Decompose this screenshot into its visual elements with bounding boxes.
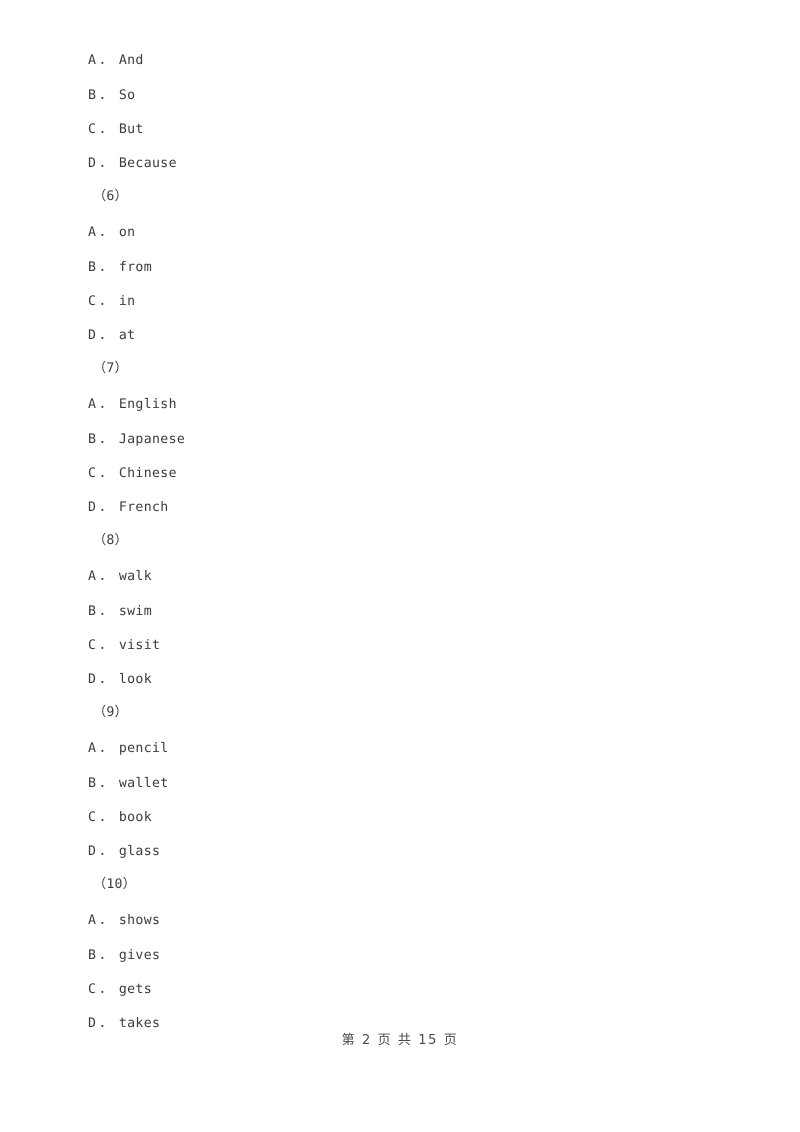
option-text: gives bbox=[118, 948, 161, 963]
option-separator: ． bbox=[99, 156, 113, 171]
option-row: D ． French bbox=[88, 501, 169, 514]
option-row: C ． gets bbox=[88, 983, 152, 996]
question-number-marker: （7） bbox=[93, 361, 128, 376]
option-separator: ． bbox=[99, 776, 113, 791]
option-text: shows bbox=[118, 913, 161, 928]
option-text: wallet bbox=[118, 776, 169, 791]
option-text: Japanese bbox=[118, 432, 186, 447]
option-text: book bbox=[118, 810, 153, 825]
document-page: A ． And B ． So C ． But D ． Because （6） A ． on B ． from C ． in… bbox=[0, 0, 800, 1132]
option-row: A ． And bbox=[88, 54, 144, 67]
option-text: And bbox=[118, 53, 144, 68]
option-row: D ． takes bbox=[88, 1017, 160, 1030]
option-separator: ． bbox=[99, 604, 113, 619]
option-row: A ． walk bbox=[88, 570, 152, 583]
option-text: pencil bbox=[118, 741, 169, 756]
option-separator: ． bbox=[99, 53, 113, 68]
option-text: in bbox=[118, 294, 136, 309]
option-row: D ． glass bbox=[88, 845, 160, 858]
option-text: Chinese bbox=[118, 466, 177, 481]
page-footer: 第 2 页 共 15 页 bbox=[341, 1033, 459, 1048]
option-row: D ． at bbox=[88, 329, 135, 342]
option-separator: ． bbox=[99, 294, 113, 309]
option-row: C ． visit bbox=[88, 639, 160, 652]
question-number-marker: （8） bbox=[93, 533, 128, 548]
option-row: D ． Because bbox=[88, 157, 177, 170]
option-row: B ． swim bbox=[88, 605, 152, 618]
question-number-marker: （10） bbox=[93, 877, 137, 892]
option-text: takes bbox=[118, 1016, 161, 1031]
option-separator: ． bbox=[99, 260, 113, 275]
option-row: B ． So bbox=[88, 89, 135, 102]
option-row: A ． English bbox=[88, 398, 177, 411]
option-text: swim bbox=[118, 604, 153, 619]
option-separator: ． bbox=[99, 1016, 113, 1031]
option-separator: ． bbox=[99, 844, 113, 859]
option-row: A ． pencil bbox=[88, 742, 169, 755]
option-separator: ． bbox=[99, 122, 113, 137]
option-separator: ． bbox=[99, 948, 113, 963]
option-row: C ． Chinese bbox=[88, 467, 177, 480]
option-text: French bbox=[118, 500, 169, 515]
option-separator: ． bbox=[99, 913, 113, 928]
option-separator: ． bbox=[99, 500, 113, 515]
option-row: B ． gives bbox=[88, 949, 160, 962]
option-separator: ． bbox=[99, 741, 113, 756]
option-text: on bbox=[118, 225, 136, 240]
option-text: visit bbox=[118, 638, 161, 653]
option-separator: ． bbox=[99, 672, 113, 687]
option-separator: ． bbox=[99, 397, 113, 412]
option-row: D ． look bbox=[88, 673, 152, 686]
question-number-marker: （6） bbox=[93, 189, 128, 204]
option-text: But bbox=[118, 122, 144, 137]
option-row: C ． But bbox=[88, 123, 144, 136]
option-text: glass bbox=[118, 844, 161, 859]
option-separator: ． bbox=[99, 810, 113, 825]
option-text: So bbox=[118, 88, 136, 103]
option-separator: ． bbox=[99, 328, 113, 343]
option-separator: ． bbox=[99, 982, 113, 997]
option-row: A ． on bbox=[88, 226, 135, 239]
option-text: from bbox=[118, 260, 153, 275]
option-row: B ． Japanese bbox=[88, 433, 185, 446]
option-row: A ． shows bbox=[88, 914, 160, 927]
option-separator: ． bbox=[99, 569, 113, 584]
option-separator: ． bbox=[99, 432, 113, 447]
option-text: walk bbox=[118, 569, 153, 584]
option-text: gets bbox=[118, 982, 153, 997]
option-text: at bbox=[118, 328, 136, 343]
question-number-marker: （9） bbox=[93, 705, 128, 720]
option-row: C ． in bbox=[88, 295, 135, 308]
option-separator: ． bbox=[99, 225, 113, 240]
option-separator: ． bbox=[99, 638, 113, 653]
option-row: B ． from bbox=[88, 261, 152, 274]
option-row: C ． book bbox=[88, 811, 152, 824]
option-row: B ． wallet bbox=[88, 777, 169, 790]
option-text: English bbox=[118, 397, 177, 412]
option-text: look bbox=[118, 672, 153, 687]
option-separator: ． bbox=[99, 466, 113, 481]
option-text: Because bbox=[118, 156, 177, 171]
option-separator: ． bbox=[99, 88, 113, 103]
